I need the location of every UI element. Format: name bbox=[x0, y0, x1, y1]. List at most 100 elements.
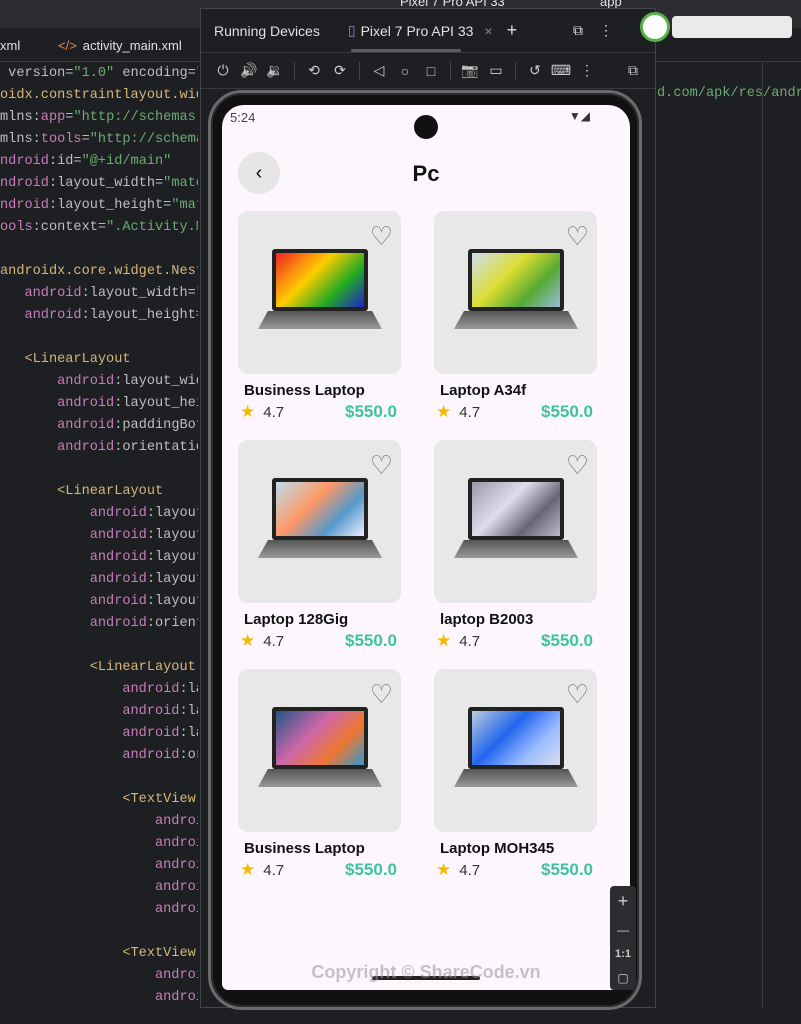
code-token: :orient bbox=[146, 616, 198, 631]
code-token: app bbox=[40, 110, 66, 125]
code-token: oidx.constraintlayout.wid bbox=[0, 88, 198, 103]
code-token: android bbox=[0, 396, 115, 411]
sharecode-logo bbox=[640, 10, 795, 44]
code-token: :paddingBot bbox=[114, 418, 198, 433]
home-icon[interactable]: ○ bbox=[395, 61, 415, 81]
star-icon: ★ bbox=[240, 402, 256, 421]
code-line: androi bbox=[0, 965, 198, 987]
product-card[interactable]: ♡ Laptop 128Gig ★ 4.7 $550.0 bbox=[238, 440, 401, 651]
heart-icon[interactable]: ♡ bbox=[566, 452, 589, 478]
volume-down-icon[interactable]: 🔉 bbox=[265, 61, 285, 81]
code-line-fragment: d.com/apk/res/andr bbox=[657, 86, 801, 101]
overview-icon[interactable]: □ bbox=[421, 61, 441, 81]
code-token: android bbox=[0, 440, 115, 455]
zoom-in-button[interactable]: + bbox=[618, 891, 629, 912]
product-card[interactable]: ♡ Laptop MOH345 ★ 4.7 $550.0 bbox=[434, 669, 597, 880]
xml-file-icon: </> bbox=[58, 37, 77, 53]
toolbar-separator bbox=[515, 61, 516, 80]
code-line: android:la bbox=[0, 679, 198, 701]
code-line: android:orient bbox=[0, 613, 198, 635]
heart-icon[interactable]: ♡ bbox=[370, 681, 393, 707]
heart-icon[interactable]: ♡ bbox=[566, 681, 589, 707]
code-token: :context= bbox=[32, 220, 107, 235]
code-token: androi bbox=[0, 880, 198, 895]
code-token: tools bbox=[40, 132, 82, 147]
star-icon: ★ bbox=[436, 402, 452, 421]
product-image[interactable]: ♡ bbox=[238, 669, 401, 832]
product-image[interactable]: ♡ bbox=[434, 440, 597, 603]
code-line: androi bbox=[0, 899, 198, 921]
more-icon[interactable]: ⋮ bbox=[599, 22, 613, 39]
code-token: androi bbox=[0, 990, 198, 1005]
code-line: android:layout bbox=[0, 525, 198, 547]
product-rating: 4.7 bbox=[263, 632, 285, 650]
code-token: :id= bbox=[48, 154, 82, 169]
code-token: <TextView bbox=[0, 946, 196, 961]
rotate-right-icon[interactable]: ⟳ bbox=[330, 61, 350, 81]
volume-up-icon[interactable]: 🔊 bbox=[239, 61, 259, 81]
collapse-icon[interactable]: ⧉ bbox=[573, 22, 583, 39]
more-icon[interactable]: ⋮ bbox=[577, 61, 597, 81]
panel-title: Running Devices bbox=[214, 22, 320, 39]
product-image[interactable]: ♡ bbox=[238, 211, 401, 374]
code-token: android bbox=[0, 286, 82, 301]
code-line: android:layout_height= bbox=[0, 305, 198, 327]
code-line: mlns:tools="http://schema bbox=[0, 129, 198, 151]
code-token: "http://schema bbox=[89, 132, 198, 147]
toolbar-separator bbox=[294, 61, 295, 80]
product-image[interactable]: ♡ bbox=[434, 669, 597, 832]
device-tab[interactable]: ▯ Pixel 7 Pro API 33 × bbox=[348, 22, 493, 39]
code-token: "http://schemas. bbox=[73, 110, 198, 125]
code-line: version="1.0" encoding=" bbox=[0, 63, 198, 85]
heart-icon[interactable]: ♡ bbox=[370, 452, 393, 478]
code-token: ools bbox=[0, 220, 33, 235]
laptop-image bbox=[258, 478, 382, 566]
code-token: = bbox=[81, 132, 90, 147]
rotate-left-icon[interactable]: ⟲ bbox=[304, 61, 324, 81]
heart-icon[interactable]: ♡ bbox=[566, 223, 589, 249]
back-icon[interactable]: ◁ bbox=[369, 61, 389, 81]
close-tab-icon[interactable]: × bbox=[484, 23, 492, 39]
laptop-image bbox=[454, 478, 578, 566]
editor-tab[interactable]: xml bbox=[0, 28, 20, 62]
code-token: androi bbox=[0, 858, 198, 873]
laptop-image bbox=[454, 707, 578, 795]
screenshot-icon[interactable]: 📷 bbox=[460, 61, 480, 81]
tab-scrollbar[interactable] bbox=[351, 49, 461, 52]
device-screen[interactable]: 5:24 ▼◢ ‹ Pc ♡ Business Laptop ★ 4.7 $55… bbox=[222, 105, 630, 990]
product-image[interactable]: ♡ bbox=[238, 440, 401, 603]
fit-screen-icon[interactable]: ▢ bbox=[617, 971, 628, 985]
code-token: ndroid bbox=[0, 198, 49, 213]
reset-icon[interactable]: ↺ bbox=[525, 61, 545, 81]
zoom-out-button[interactable]: — bbox=[617, 923, 629, 937]
power-icon[interactable]: ⏻ bbox=[213, 61, 233, 81]
inspect-icon[interactable]: ⧉ bbox=[623, 61, 643, 81]
product-rating: 4.7 bbox=[263, 861, 285, 879]
editor-tab-activity-main[interactable]: </> activity_main.xml bbox=[58, 28, 182, 62]
toolbar-separator bbox=[359, 61, 360, 80]
copyright-watermark: Copyright © ShareCode.vn bbox=[311, 962, 541, 982]
code-token: :layout bbox=[146, 572, 198, 587]
code-editor[interactable]: version="1.0" encoding=" oidx.constraintl… bbox=[0, 63, 198, 1007]
product-card[interactable]: ♡ laptop B2003 ★ 4.7 $550.0 bbox=[434, 440, 597, 651]
code-token: :layout_height= bbox=[48, 198, 172, 213]
code-line: androidx.core.widget.Nest bbox=[0, 261, 198, 283]
keyboard-icon[interactable]: ⌨ bbox=[551, 61, 571, 81]
product-card[interactable]: ♡ Laptop A34f ★ 4.7 $550.0 bbox=[434, 211, 597, 422]
code-token: android bbox=[0, 682, 180, 697]
code-token: ".Activity.M bbox=[106, 220, 198, 235]
code-token: <LinearLayout bbox=[0, 660, 196, 675]
product-card[interactable]: ♡ Business Laptop ★ 4.7 $550.0 bbox=[238, 211, 401, 422]
screen-record-icon[interactable]: ▭ bbox=[486, 61, 506, 81]
product-rating: 4.7 bbox=[459, 403, 481, 421]
code-line: android:layout_wid bbox=[0, 371, 198, 393]
heart-icon[interactable]: ♡ bbox=[370, 223, 393, 249]
product-image[interactable]: ♡ bbox=[434, 211, 597, 374]
add-device-icon[interactable]: + bbox=[507, 20, 518, 41]
code-line: androi bbox=[0, 877, 198, 899]
product-card[interactable]: ♡ Business Laptop ★ 4.7 $550.0 bbox=[238, 669, 401, 880]
code-line: <LinearLayout bbox=[0, 657, 196, 679]
zoom-actual-button[interactable]: 1:1 bbox=[615, 948, 631, 960]
code-token: <LinearLayout bbox=[0, 352, 131, 367]
code-token: android bbox=[0, 726, 180, 741]
